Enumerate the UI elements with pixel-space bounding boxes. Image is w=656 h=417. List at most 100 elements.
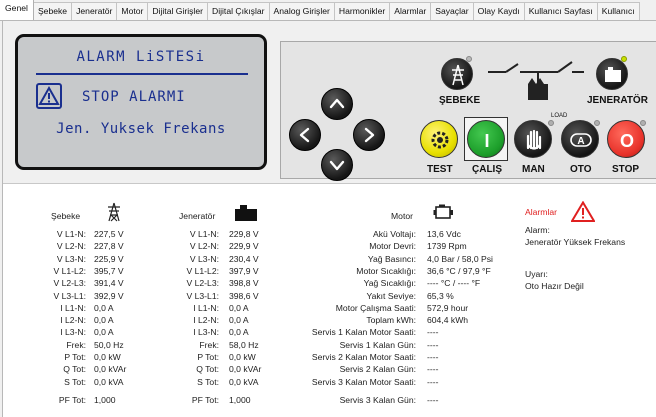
test-button[interactable]: [420, 120, 458, 158]
jenerator-row-label: V L2-N:: [189, 241, 219, 252]
generator-breaker-button[interactable]: [596, 58, 628, 90]
auto-led: [594, 120, 600, 126]
jenerator-row-value: 0,0 A: [229, 315, 249, 326]
tab-8[interactable]: Alarmlar: [389, 2, 432, 20]
lcd-display: ALARM LiSTESi STOP ALARMI Jen. Yuksek Fr…: [15, 34, 267, 170]
motor-row-label: Servis 1 Kalan Motor Saati:: [311, 327, 416, 338]
pylon-icon: [108, 202, 120, 222]
motor-row-label: Motor Çalışma Saati:: [335, 302, 416, 313]
lcd-divider: [36, 73, 248, 75]
alarm-warning-icon: [571, 201, 595, 222]
jenerator-row-value: 229,9 V: [229, 241, 259, 252]
tab-12[interactable]: Kullanıcı: [596, 2, 640, 20]
motor-row-label: Motor Sıcaklığı:: [356, 265, 416, 276]
tab-9[interactable]: Sayaçlar: [430, 2, 474, 20]
jenerator-row-value: 229,8 V: [229, 229, 259, 239]
tab-3[interactable]: Motor: [116, 2, 149, 20]
motor-title: Motor: [391, 211, 413, 221]
motor-row-value: 65,3 %: [427, 290, 454, 301]
lcd-status: STOP ALARMI: [82, 89, 186, 105]
lcd-title: ALARM LiSTESi: [76, 49, 206, 65]
motor-row-value: ----: [427, 394, 439, 405]
motor-row-label: Servis 1 Kalan Gün:: [339, 339, 416, 350]
warning-label: Uyarı:: [525, 269, 548, 279]
jenerator-row-label: S Tot:: [197, 376, 219, 387]
generator-label: JENERATÖR: [587, 95, 648, 106]
mains-label: ŞEBEKE: [439, 95, 481, 106]
lcd-reason: Jen. Yuksek Frekans: [56, 121, 226, 137]
jenerator-row-label: Q Tot:: [196, 364, 219, 375]
jenerator-row-value: 0,0 A: [229, 302, 249, 313]
manual-led: [548, 120, 554, 126]
arrow-down-button[interactable]: [321, 149, 353, 181]
motor-row-value: 4,0 Bar / 58,0 Psi: [427, 253, 493, 264]
stop-icon: O: [620, 131, 634, 151]
tab-10[interactable]: Olay Kaydı: [472, 2, 525, 20]
motor-row-value: ----: [427, 327, 439, 338]
warning-value: Oto Hazır Değil: [525, 281, 584, 291]
tab-0[interactable]: Genel: [0, 0, 34, 20]
test-label: TEST: [427, 164, 453, 175]
jenerator-row-value: 58,0 Hz: [229, 339, 259, 350]
motor-row-label: Servis 2 Kalan Motor Saati:: [311, 352, 416, 362]
jenerator-row-value: 0,0 kVA: [229, 376, 259, 387]
motor-row-label: Yağ Basıncı:: [367, 253, 416, 264]
motor-row-label: Toplam kWh:: [366, 315, 416, 326]
tab-4[interactable]: Dijital Girişler: [147, 2, 208, 20]
switch-diagram-icon: [488, 61, 584, 100]
motor-row-value: 36,6 °C / 97,9 °F: [427, 265, 491, 276]
auto-button[interactable]: A: [561, 120, 599, 158]
tab-1[interactable]: Şebeke: [32, 2, 73, 20]
jenerator-row-value: 230,4 V: [229, 253, 259, 264]
motor-row-value: ----: [427, 364, 439, 375]
motor-row-label: Servis 3 Kalan Gün:: [339, 394, 416, 405]
tab-6[interactable]: Analog Girişler: [268, 2, 335, 20]
motor-row-value: 13,6 Vdc: [427, 229, 461, 239]
jenerator-row-label: V L3-N:: [189, 253, 219, 264]
jenerator-row-value: 398,6 V: [229, 290, 259, 301]
motor-row-label: Servis 3 Kalan Motor Saati:: [311, 376, 416, 387]
arrow-left-button[interactable]: [289, 119, 321, 151]
auto-icon: A: [577, 136, 584, 147]
motor-row-value: 604,4 kWh: [427, 315, 469, 326]
manual-button[interactable]: [514, 120, 552, 158]
stop-button[interactable]: O: [607, 120, 645, 158]
arrow-up-button[interactable]: [321, 88, 353, 120]
tab-2[interactable]: Jeneratör: [71, 2, 118, 20]
mains-breaker-button[interactable]: [441, 58, 473, 90]
motor-row-label: Yağ Sıcaklığı:: [363, 278, 416, 289]
jenerator-row-label: PF Tot:: [191, 394, 219, 405]
motor-row-value: ----: [427, 376, 439, 387]
jenerator-row-label: I L2-N:: [193, 315, 219, 326]
control-panel: ŞEBEKE LOAD JENERATÖR TEST I ÇALIŞ MAN A…: [280, 41, 656, 181]
jenerator-row-value: 398,8 V: [229, 278, 259, 289]
main-panel: ALARM LiSTESi STOP ALARMI Jen. Yuksek Fr…: [2, 21, 656, 417]
motor-row-label: Motor Devri:: [369, 241, 416, 252]
tab-5[interactable]: Dijital Çıkışlar: [207, 2, 270, 20]
motor-row-label: Servis 2 Kalan Gün:: [339, 364, 416, 375]
motor-row-label: Akü Voltajı:: [373, 229, 416, 239]
load-label: LOAD: [551, 113, 568, 119]
tab-7[interactable]: Harmonikler: [333, 2, 391, 20]
generator-title: Jeneratör: [179, 211, 216, 221]
mains-led: [466, 56, 472, 62]
alarms-title: Alarmlar: [525, 207, 557, 217]
jenerator-row-label: I L3-N:: [193, 327, 219, 338]
motor-row-label: Yakıt Seviye:: [366, 290, 416, 301]
motor-row-value: 572,9 hour: [427, 302, 469, 313]
tab-bar: Genel Şebeke Jeneratör Motor Dijital Girişle…: [0, 0, 656, 21]
engine-icon: [433, 204, 453, 219]
jenerator-row-label: V L3-L1:: [186, 290, 220, 301]
arrow-right-button[interactable]: [353, 119, 385, 151]
jenerator-row-label: V L1-L2:: [186, 265, 220, 276]
run-button[interactable]: I: [467, 120, 505, 158]
jenerator-row-value: 0,0 A: [229, 327, 249, 338]
motor-row-value: ----: [427, 339, 439, 350]
jenerator-row-value: 0,0 kW: [229, 352, 256, 362]
auto-label: OTO: [570, 164, 592, 175]
jenerator-row-value: 397,9 V: [229, 265, 259, 276]
tab-11[interactable]: Kullanıcı Sayfası: [523, 2, 598, 20]
motor-row-value: ---- °C / ---- °F: [427, 278, 481, 289]
stop-led: [640, 120, 646, 126]
motor-row-value: 1739 Rpm: [427, 241, 467, 252]
